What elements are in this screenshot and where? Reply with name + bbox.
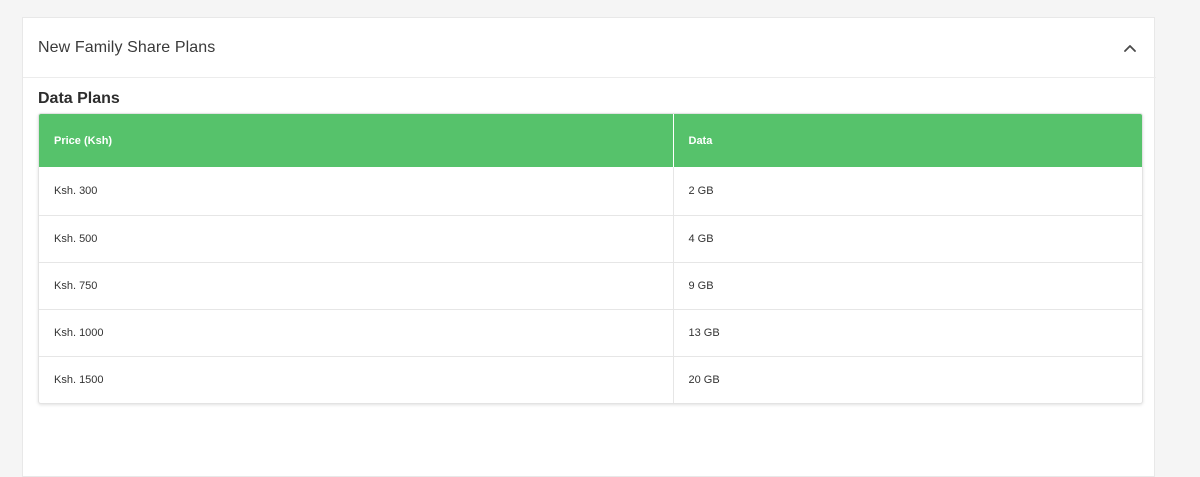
table-row: Ksh. 750 9 GB: [39, 261, 1142, 309]
price-cell: Ksh. 1500: [39, 355, 673, 403]
chevron-up-icon-glyph: [1124, 44, 1136, 52]
column-header-data: Data: [672, 114, 1142, 167]
section-title: Data Plans: [38, 90, 120, 107]
table-row: Ksh. 1500 20 GB: [39, 355, 1142, 403]
price-cell: Ksh. 300: [54, 184, 98, 197]
accordion-title: New Family Share Plans: [38, 38, 216, 56]
data-plans-table: Price (Ksh) Data Ksh. 300 2 GB Ksh. 500 …: [38, 113, 1143, 404]
data-cell: 13 GB: [672, 308, 1142, 356]
chevron-up-icon[interactable]: [1122, 40, 1138, 56]
table-row: Ksh. 500 4 GB: [39, 214, 1142, 262]
price-cell: Ksh. 750: [39, 261, 673, 309]
data-cell: 9 GB: [672, 261, 1142, 309]
price-cell: Ksh. 500: [39, 214, 673, 262]
data-cell: 2 GB: [672, 167, 1142, 215]
plans-card: New Family Share Plans Data Plans Price …: [22, 17, 1156, 477]
data-cell: 20 GB: [672, 355, 1142, 403]
column-header-price: Price (Ksh): [39, 114, 673, 167]
data-cell: 4 GB: [672, 214, 1142, 262]
table-row: Ksh. 1000 13 GB: [39, 308, 1142, 356]
price-cell: Ksh. 1000: [39, 308, 673, 356]
table-row: Ksh. 300 2 GB: [39, 167, 1142, 215]
table-header-row: Price (Ksh) Data: [39, 114, 1142, 167]
plans-table: Price (Ksh) Data Ksh. 300 2 GB Ksh. 500 …: [39, 114, 1142, 403]
accordion-header[interactable]: New Family Share Plans: [23, 18, 1156, 78]
